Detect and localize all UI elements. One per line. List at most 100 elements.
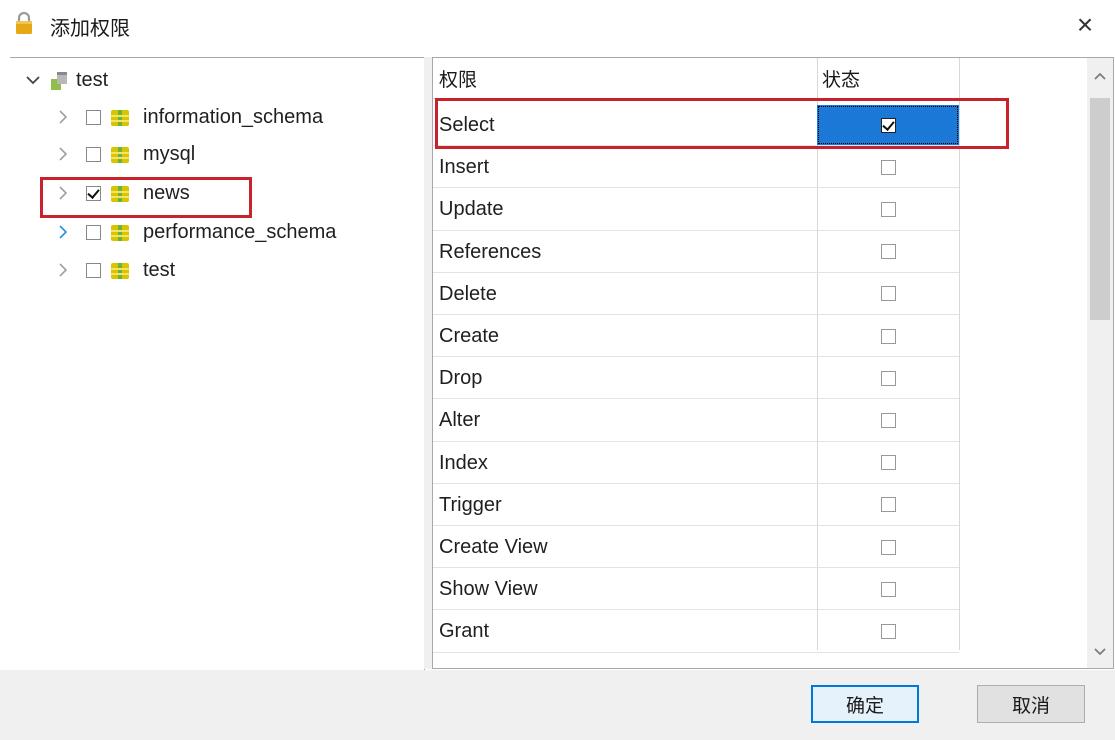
database-icon <box>111 186 129 202</box>
privilege-checkbox[interactable] <box>880 497 896 513</box>
privilege-checkbox[interactable] <box>880 623 896 639</box>
expand-chevron-icon[interactable] <box>54 144 72 164</box>
table-row[interactable]: References <box>433 231 959 273</box>
privilege-checkbox[interactable] <box>880 412 896 428</box>
state-cell[interactable] <box>817 189 959 229</box>
scrollbar-thumb[interactable] <box>1090 98 1110 320</box>
state-cell[interactable] <box>817 443 959 483</box>
privilege-name: Alter <box>439 409 481 432</box>
privileges-grid: 权限 状态 Select Insert Update References Delete… <box>432 57 1114 669</box>
column-header-privilege[interactable]: 权限 <box>439 58 809 98</box>
tree-item[interactable]: performance_schema <box>54 214 336 250</box>
lock-icon <box>16 11 32 34</box>
scroll-down-icon[interactable] <box>1087 638 1113 664</box>
row-divider <box>433 651 959 653</box>
header-divider <box>433 98 959 99</box>
title-bar: 添加权限 × <box>0 0 1115 54</box>
state-cell[interactable] <box>817 274 959 314</box>
expand-chevron-icon[interactable] <box>54 183 72 203</box>
close-button[interactable]: × <box>1070 10 1100 40</box>
privilege-name: Index <box>439 451 488 474</box>
table-row[interactable]: Grant <box>433 610 959 653</box>
database-icon <box>111 263 129 279</box>
tree-item-label: news <box>143 181 190 204</box>
privilege-checkbox[interactable] <box>880 201 896 217</box>
privilege-name: Grant <box>439 620 490 643</box>
tree-root[interactable]: test <box>24 62 108 98</box>
user-icon <box>51 72 67 90</box>
state-cell[interactable] <box>817 105 959 146</box>
scroll-up-icon[interactable] <box>1087 62 1113 88</box>
expand-chevron-icon[interactable] <box>54 260 72 280</box>
table-row[interactable]: Drop <box>433 357 959 400</box>
privilege-checkbox[interactable] <box>880 370 896 386</box>
window-title: 添加权限 <box>50 18 130 40</box>
tree-root-label: test <box>76 68 109 91</box>
privilege-name: Select <box>439 114 495 136</box>
expand-chevron-icon[interactable] <box>54 222 72 242</box>
cancel-button[interactable]: 取消 <box>977 685 1085 723</box>
state-cell[interactable] <box>817 485 959 525</box>
privilege-name: Insert <box>439 156 490 179</box>
privilege-name: Show View <box>439 578 538 601</box>
table-row[interactable]: Index <box>433 442 959 484</box>
table-row[interactable]: Alter <box>433 399 959 442</box>
table-row[interactable]: Show View <box>433 568 959 611</box>
tree-item[interactable]: test <box>54 252 175 288</box>
state-cell[interactable] <box>817 147 959 187</box>
privilege-checkbox[interactable] <box>880 539 896 555</box>
database-icon <box>111 147 129 163</box>
expand-chevron-icon[interactable] <box>54 107 72 127</box>
table-row[interactable]: Delete <box>433 273 959 315</box>
tree-item-label: information_schema <box>143 105 324 128</box>
tree-item-checkbox[interactable] <box>86 146 101 162</box>
vertical-scrollbar[interactable] <box>1087 58 1113 668</box>
dialog-footer: 确定 取消 <box>0 670 1115 740</box>
privilege-checkbox[interactable] <box>880 581 896 597</box>
table-row[interactable]: Trigger <box>433 484 959 526</box>
table-row[interactable]: Select <box>433 104 959 147</box>
privilege-checkbox[interactable] <box>880 117 896 133</box>
privilege-name: Trigger <box>439 493 502 516</box>
table-row[interactable]: Create <box>433 315 959 358</box>
tree-item[interactable]: information_schema <box>54 99 323 135</box>
state-cell[interactable] <box>817 527 959 567</box>
state-cell[interactable] <box>817 569 959 609</box>
privilege-checkbox[interactable] <box>880 159 896 175</box>
tree-item-checkbox[interactable] <box>86 262 101 278</box>
state-cell[interactable] <box>817 611 959 651</box>
privilege-checkbox[interactable] <box>880 455 896 471</box>
column-divider <box>959 58 960 650</box>
privilege-name: Create View <box>439 536 548 558</box>
database-tree: test information_schemamysql news performa… <box>10 57 425 671</box>
column-header-state[interactable]: 状态 <box>822 58 942 98</box>
table-row[interactable]: Update <box>433 188 959 231</box>
database-icon <box>111 110 129 126</box>
pane-splitter[interactable] <box>424 57 432 669</box>
tree-item[interactable]: mysql <box>54 136 195 172</box>
tree-item-checkbox[interactable] <box>86 185 101 201</box>
tree-item-checkbox[interactable] <box>86 109 101 125</box>
tree-item[interactable]: news <box>54 175 190 211</box>
tree-item-label: test <box>143 258 176 281</box>
privilege-name: Update <box>439 198 504 221</box>
tree-item-checkbox[interactable] <box>86 224 101 240</box>
expand-chevron-icon[interactable] <box>24 70 42 90</box>
privilege-checkbox[interactable] <box>880 328 896 344</box>
privilege-name: Create <box>439 325 500 347</box>
privilege-name: Delete <box>439 282 497 305</box>
table-row[interactable]: Insert <box>433 146 959 189</box>
tree-item-label: mysql <box>143 142 196 165</box>
state-cell[interactable] <box>817 316 959 356</box>
privilege-checkbox[interactable] <box>880 286 896 302</box>
tree-item-label: performance_schema <box>143 220 337 243</box>
table-row[interactable]: Create View <box>433 526 959 569</box>
privilege-checkbox[interactable] <box>880 244 896 260</box>
database-icon <box>111 225 129 241</box>
privilege-name: Drop <box>439 367 483 390</box>
privilege-name: References <box>439 240 542 263</box>
state-cell[interactable] <box>817 358 959 398</box>
state-cell[interactable] <box>817 400 959 440</box>
state-cell[interactable] <box>817 232 959 272</box>
ok-button[interactable]: 确定 <box>811 685 919 723</box>
